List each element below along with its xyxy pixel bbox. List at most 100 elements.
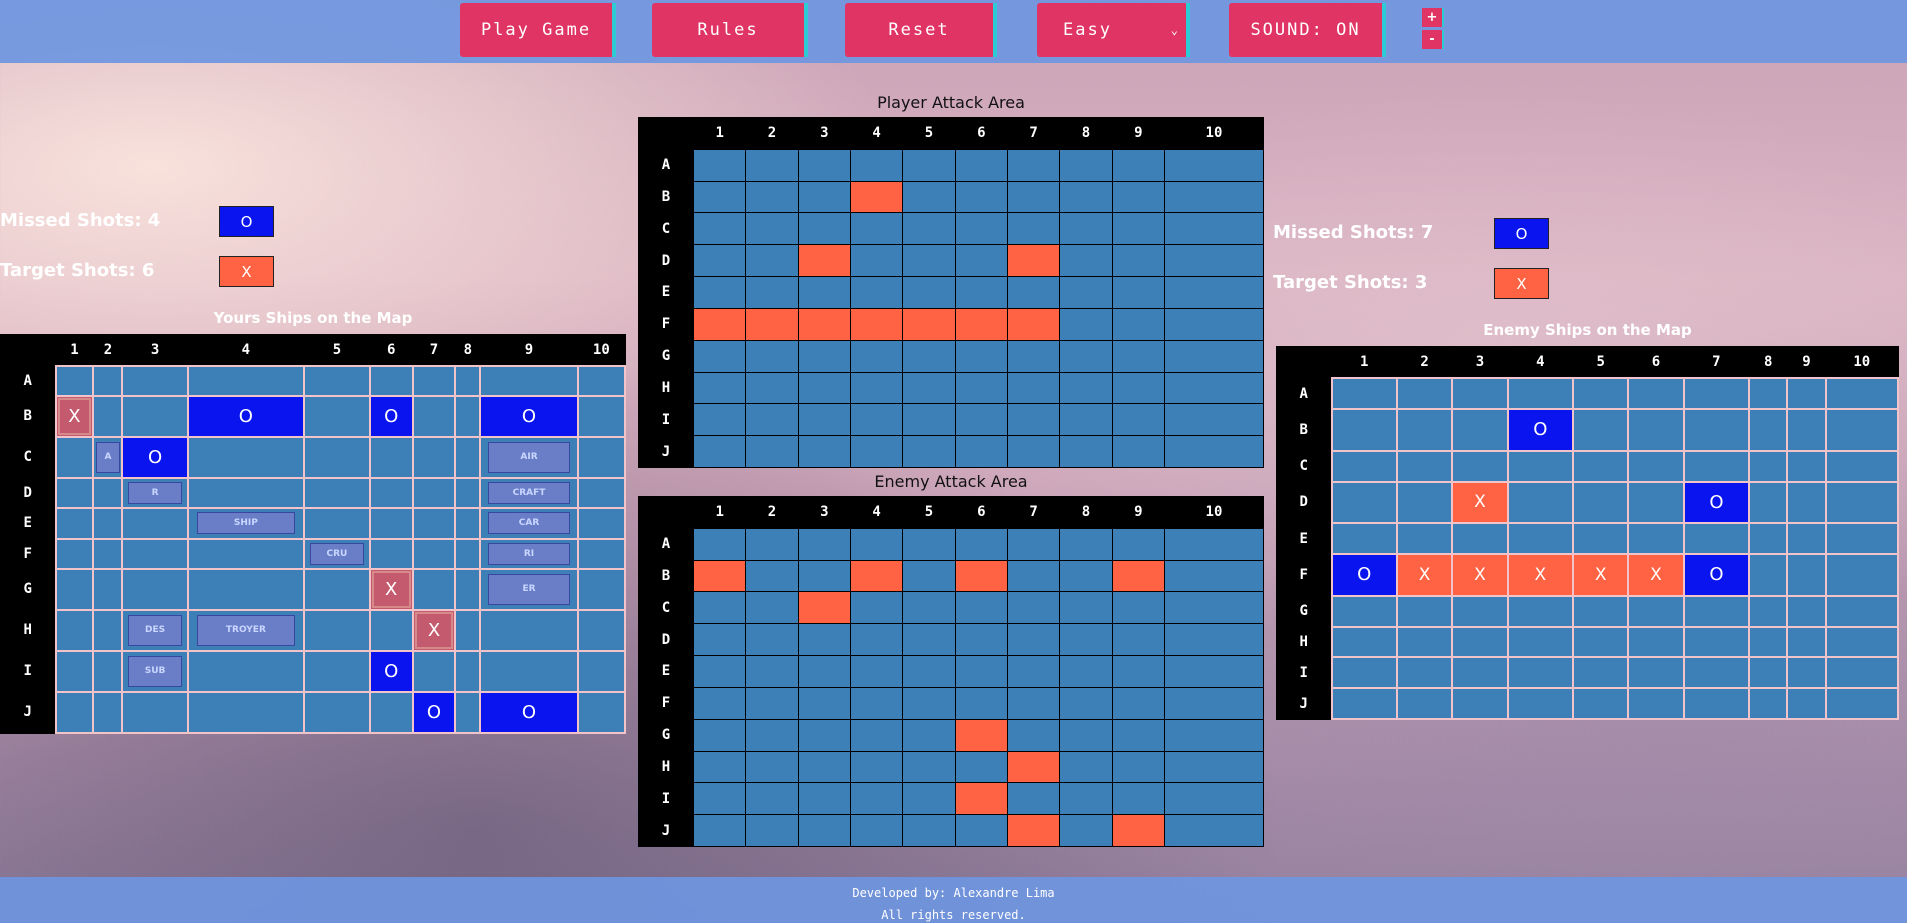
board-cell[interactable] [797,403,851,437]
board-cell[interactable] [902,244,956,278]
board-cell[interactable] [954,403,1008,437]
board-cell[interactable] [1627,408,1685,452]
board-cell[interactable] [745,435,799,468]
board-cell[interactable] [1059,244,1113,278]
board-cell[interactable] [902,339,956,373]
board-cell[interactable]: X [1395,553,1454,597]
board-cell[interactable] [1395,656,1454,690]
board-cell[interactable] [745,212,799,246]
board-cell[interactable] [1572,449,1630,483]
board-cell[interactable] [1111,180,1165,214]
board-cell[interactable] [1748,594,1789,628]
board-cell[interactable] [1824,377,1900,411]
board-cell[interactable] [1395,522,1454,556]
rules-button[interactable]: Rules [652,3,808,57]
board-cell[interactable] [1111,148,1165,182]
board-cell[interactable] [902,212,956,246]
board-cell[interactable] [1006,371,1061,405]
board-cell[interactable] [797,212,851,246]
board-cell[interactable] [1786,594,1827,628]
board-cell[interactable] [1572,480,1630,525]
board-cell[interactable] [1006,403,1061,437]
board-cell[interactable] [954,180,1008,214]
board-cell[interactable] [849,148,904,182]
board-cell[interactable] [692,148,747,182]
board-cell[interactable] [1330,522,1398,556]
difficulty-select[interactable]: Easy ⌄ [1037,3,1190,57]
board-cell[interactable] [1059,307,1113,341]
board-cell[interactable] [849,244,904,278]
board-cell[interactable] [902,371,956,405]
board-cell[interactable] [1627,480,1685,525]
board-cell[interactable] [797,339,851,373]
board-cell[interactable] [1451,449,1509,483]
board-cell[interactable] [1748,408,1789,452]
board-cell[interactable] [1627,625,1685,659]
board-cell[interactable] [797,371,851,405]
board-cell[interactable] [1451,377,1509,411]
board-cell[interactable] [1824,594,1900,628]
board-cell[interactable] [1572,625,1630,659]
board-cell[interactable] [1506,656,1575,690]
board-cell[interactable] [745,339,799,373]
board-cell[interactable] [849,212,904,246]
board-cell[interactable] [745,148,799,182]
board-cell[interactable] [849,371,904,405]
board-cell[interactable] [1682,449,1751,483]
board-cell[interactable] [1395,449,1454,483]
board-cell[interactable] [692,435,747,468]
board-cell[interactable] [797,276,851,309]
board-cell[interactable] [849,307,904,341]
board-cell[interactable] [797,180,851,214]
board-cell[interactable] [1506,480,1575,525]
board-cell[interactable] [1506,687,1575,720]
board-cell[interactable] [1572,522,1630,556]
board-cell[interactable] [1395,625,1454,659]
board-cell[interactable] [1111,435,1165,468]
board-cell[interactable] [1111,371,1165,405]
board-cell[interactable]: O [1506,408,1575,452]
board-cell[interactable] [1824,553,1900,597]
board-cell[interactable] [1682,687,1751,720]
board-cell[interactable] [1748,377,1789,411]
board-cell[interactable] [1395,377,1454,411]
board-cell[interactable] [1395,480,1454,525]
board-cell[interactable] [1572,408,1630,452]
board-cell[interactable] [1506,377,1575,411]
board-cell[interactable] [1006,276,1061,309]
board-cell[interactable] [1627,449,1685,483]
board-cell[interactable] [797,435,851,468]
board-cell[interactable] [1682,594,1751,628]
board-cell[interactable] [1748,625,1789,659]
board-cell[interactable] [954,339,1008,373]
sound-toggle-button[interactable]: SOUND: ON [1229,3,1386,57]
board-cell[interactable] [1682,656,1751,690]
board-cell[interactable] [1824,408,1900,452]
board-cell[interactable] [1682,408,1751,452]
board-cell[interactable] [1506,625,1575,659]
board-cell[interactable] [902,180,956,214]
board-cell[interactable] [1572,594,1630,628]
board-cell[interactable] [849,180,904,214]
board-cell[interactable] [1163,244,1265,278]
board-cell[interactable] [849,435,904,468]
board-cell[interactable] [1111,276,1165,309]
board-cell[interactable] [1451,687,1509,720]
board-cell[interactable] [1627,594,1685,628]
board-cell[interactable] [1006,339,1061,373]
board-cell[interactable] [1824,656,1900,690]
board-cell[interactable] [1163,212,1265,246]
board-cell[interactable] [849,339,904,373]
board-cell[interactable] [745,403,799,437]
board-cell[interactable] [1824,687,1900,720]
board-cell[interactable] [1786,625,1827,659]
board-cell[interactable] [1111,244,1165,278]
board-cell[interactable] [1682,625,1751,659]
board-cell[interactable] [1627,687,1685,720]
board-cell[interactable] [1451,594,1509,628]
board-cell[interactable] [1059,180,1113,214]
board-cell[interactable] [1163,435,1265,468]
board-cell[interactable] [1059,403,1113,437]
board-cell[interactable] [692,403,747,437]
board-cell[interactable] [954,244,1008,278]
